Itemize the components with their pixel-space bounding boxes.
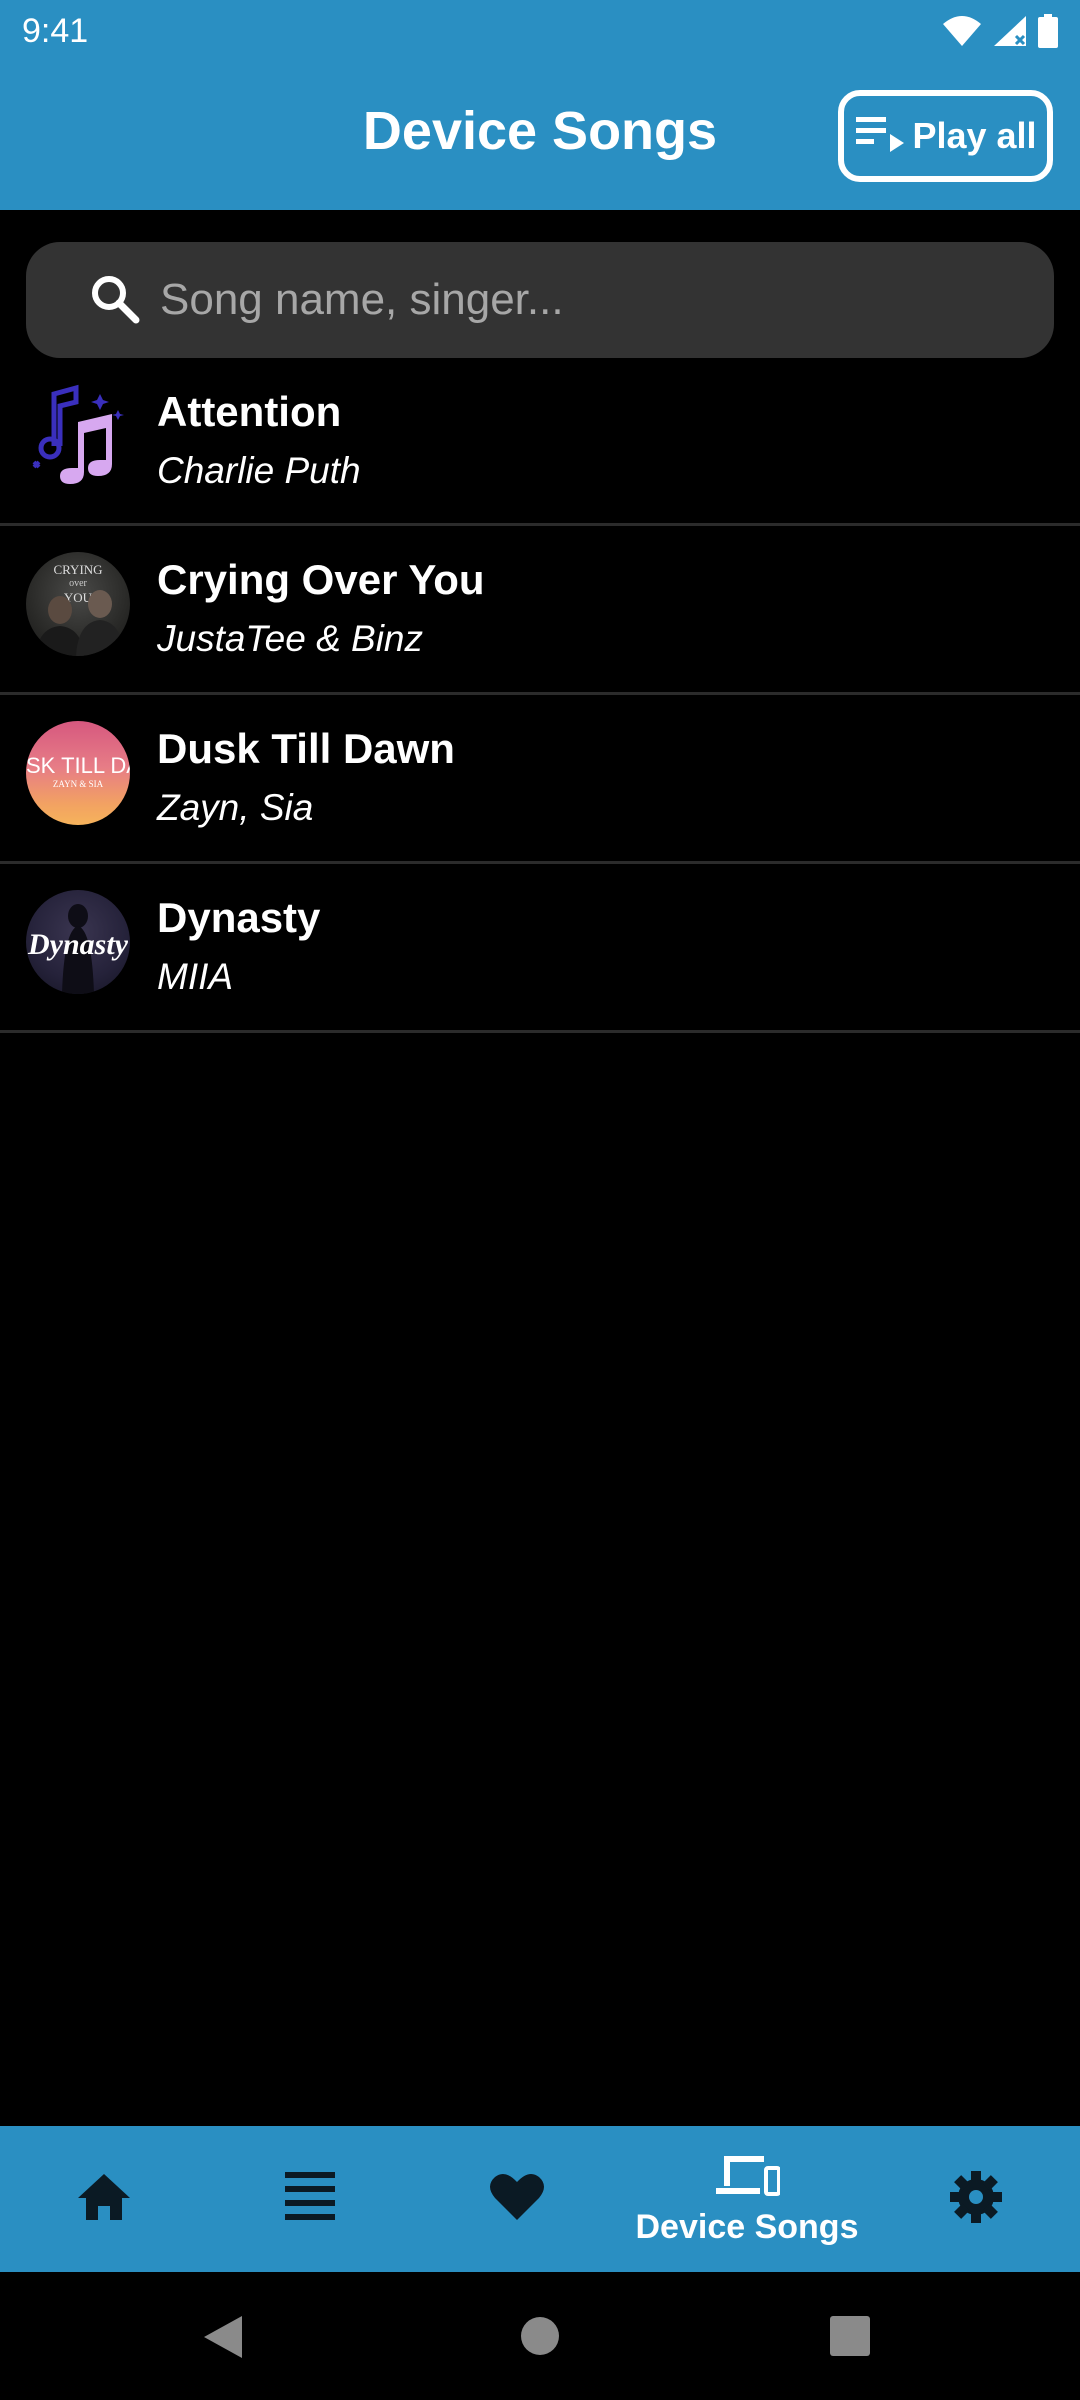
album-art-image: SK TILL DA ZAYN & SIA	[26, 721, 130, 825]
heart-icon	[489, 2172, 545, 2226]
song-item-crying-over-you[interactable]: CRYING over YOU Crying Over You JustaTee…	[0, 526, 1080, 695]
playlist-play-icon	[854, 112, 906, 161]
devices-icon	[714, 2152, 781, 2202]
status-icons	[942, 14, 1058, 48]
battery-icon	[1038, 14, 1058, 48]
search-icon[interactable]	[88, 272, 142, 330]
song-title: Attention	[157, 388, 342, 435]
status-time: 9:41	[22, 12, 89, 50]
song-artist: JustaTee & Binz	[157, 618, 424, 659]
bottom-navigation: Device Songs	[0, 2126, 1080, 2272]
song-item-attention[interactable]: Attention Charlie Puth	[0, 358, 1080, 526]
play-all-button[interactable]: Play all	[838, 90, 1053, 182]
song-item-dusk-till-dawn[interactable]: SK TILL DA ZAYN & SIA Dusk Till Dawn Zay…	[0, 695, 1080, 864]
wifi-icon	[942, 14, 982, 48]
song-title: Dusk Till Dawn	[157, 725, 455, 772]
song-list: Attention Charlie Puth CRYING over YOU C…	[0, 358, 1080, 1033]
nav-label: Device Songs	[635, 2207, 859, 2246]
nav-favorites[interactable]	[467, 2126, 567, 2272]
nav-settings[interactable]	[926, 2126, 1026, 2272]
album-art-image: Dynasty	[26, 890, 130, 994]
album-art-text: Dynasty	[28, 928, 128, 961]
album-art-text: SK TILL DA	[26, 753, 130, 778]
nav-list[interactable]	[260, 2126, 360, 2272]
nav-device-songs[interactable]: Device Songs	[620, 2126, 874, 2272]
home-circle-icon[interactable]	[520, 2316, 560, 2360]
status-bar: 9:41	[0, 0, 1080, 64]
signal-icon	[992, 14, 1028, 48]
song-artist: Zayn, Sia	[157, 787, 314, 828]
nav-home[interactable]	[54, 2126, 154, 2272]
system-navigation-bar	[0, 2272, 1080, 2400]
search-input[interactable]	[160, 242, 1020, 358]
album-art-text: ZAYN & SIA	[52, 779, 104, 789]
song-artist: Charlie Puth	[157, 450, 361, 491]
recents-icon[interactable]	[830, 2316, 870, 2360]
back-icon[interactable]	[202, 2314, 246, 2364]
list-icon	[285, 2170, 335, 2228]
music-note-icon	[26, 384, 130, 488]
song-title: Dynasty	[157, 894, 321, 941]
album-art-image: CRYING over YOU	[26, 552, 130, 656]
song-title: Crying Over You	[157, 556, 485, 603]
home-icon	[76, 2172, 132, 2226]
play-all-label: Play all	[912, 115, 1037, 156]
search-bar	[26, 242, 1054, 358]
song-item-dynasty[interactable]: Dynasty Dynasty MIIA	[0, 864, 1080, 1033]
gear-icon	[948, 2169, 1004, 2229]
song-artist: MIIA	[157, 956, 234, 997]
app-header: 9:41 Device Songs Play all	[0, 0, 1080, 210]
